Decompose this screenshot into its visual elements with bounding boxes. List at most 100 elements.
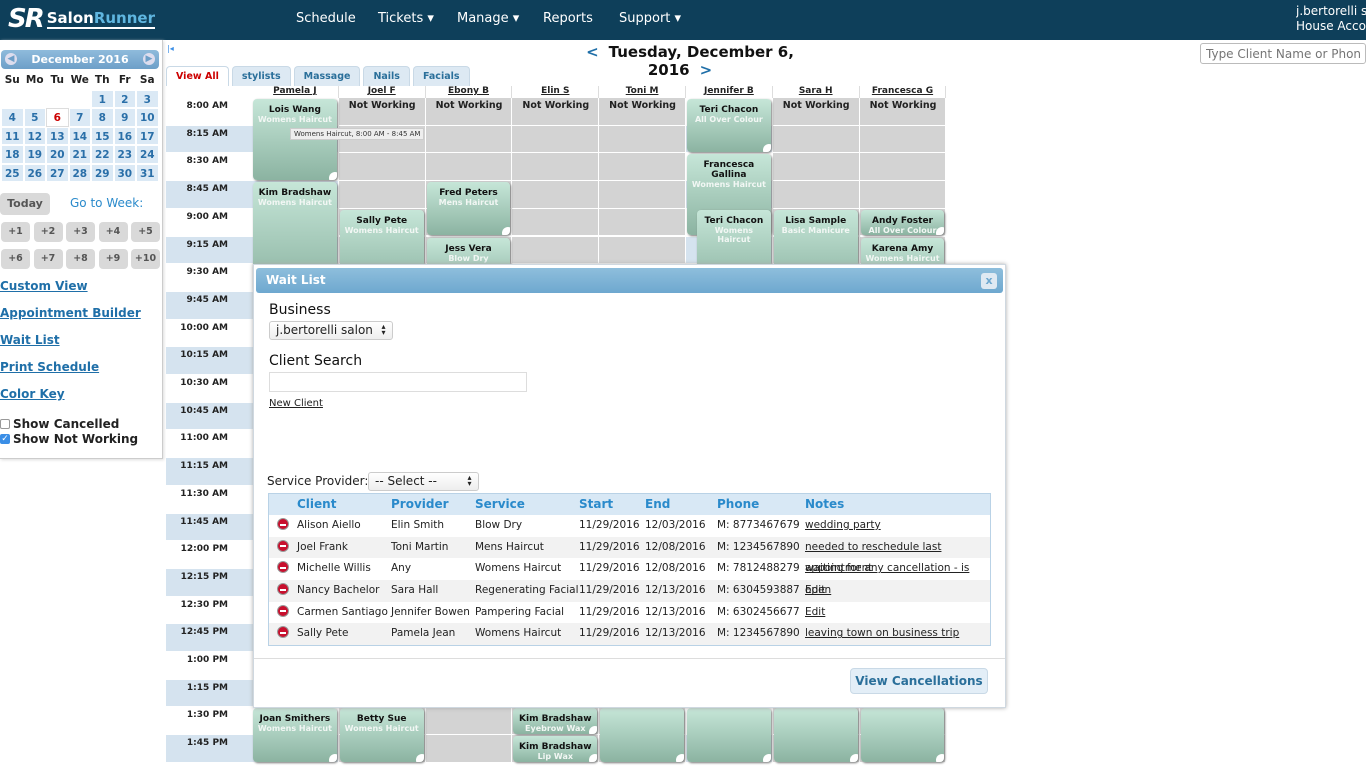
checkbox-icon[interactable]: ✓ [0, 434, 10, 444]
appointment-block[interactable]: Betty Sue Womens Haircut [339, 708, 424, 762]
week-button-plus6[interactable]: +6 [1, 249, 30, 269]
calendar-day[interactable]: 22 [91, 145, 114, 164]
today-button[interactable]: Today [0, 193, 50, 215]
week-button-plus4[interactable]: +4 [98, 222, 128, 242]
calendar-day[interactable]: 2 [113, 89, 136, 108]
notes-link[interactable]: Edit [805, 580, 990, 602]
calendar-day[interactable]: 15 [91, 126, 114, 145]
client-search-input[interactable] [1200, 43, 1366, 64]
resize-handle[interactable] [762, 753, 771, 762]
calendar-day[interactable]: 6 [46, 108, 69, 127]
schedule-slot[interactable] [425, 125, 513, 154]
appointment-block[interactable] [773, 708, 858, 762]
prev-month-icon[interactable]: ◀ [5, 53, 17, 65]
staff-header[interactable]: Pamela J [252, 86, 339, 98]
schedule-slot[interactable] [512, 125, 600, 154]
appointment-block[interactable]: Fred Peters Mens Haircut [426, 182, 511, 236]
calendar-day[interactable]: 12 [23, 126, 46, 145]
schedule-slot[interactable] [512, 153, 600, 182]
calendar-day[interactable]: 19 [23, 145, 46, 164]
waitlist-client-search-input[interactable] [269, 372, 527, 392]
calendar-day[interactable]: 23 [113, 145, 136, 164]
appointment-block[interactable]: Teri Chacon All Over Colour [687, 99, 771, 153]
resize-handle[interactable] [328, 753, 337, 762]
prev-day-button[interactable]: < [576, 43, 609, 61]
service-provider-select[interactable]: -- Select -- [368, 472, 479, 491]
remove-icon[interactable] [277, 561, 289, 574]
resize-handle[interactable] [328, 172, 337, 181]
remove-icon[interactable] [277, 626, 289, 639]
view-cancellations-button[interactable]: View Cancellations [850, 668, 988, 694]
staff-header[interactable]: Francesca G [859, 86, 947, 98]
staff-header[interactable]: Sara H [772, 86, 860, 98]
calendar-day[interactable]: 24 [136, 145, 159, 164]
remove-button[interactable] [269, 623, 297, 645]
resize-handle[interactable] [936, 227, 945, 236]
week-button-plus2[interactable]: +2 [33, 222, 63, 242]
schedule-slot[interactable] [599, 181, 686, 209]
remove-icon[interactable] [277, 604, 289, 617]
calendar-day[interactable]: 17 [136, 126, 159, 145]
salonrunner-logo[interactable]: SR SalonRunner [8, 4, 155, 34]
resize-handle[interactable] [675, 753, 684, 762]
link-color-key[interactable]: Color Key [0, 387, 65, 401]
calendar-day[interactable]: 10 [136, 108, 159, 127]
remove-button[interactable] [269, 515, 297, 537]
column-header-phone[interactable]: Phone [717, 494, 805, 515]
nav-manage[interactable]: Manage ▾ [457, 11, 519, 26]
account-menu[interactable]: j.bertorelli salonHouse Account [1296, 4, 1366, 34]
tab-massage[interactable]: Massage [293, 66, 361, 86]
schedule-slot[interactable] [772, 181, 860, 209]
week-button-plus8[interactable]: +8 [66, 249, 95, 269]
calendar-day[interactable]: 29 [91, 163, 114, 182]
link-appointment-builder[interactable]: Appointment Builder [0, 306, 141, 320]
schedule-slot[interactable] [599, 125, 686, 154]
remove-button[interactable] [269, 558, 297, 580]
resize-handle[interactable] [589, 753, 598, 762]
calendar-day[interactable]: 20 [46, 145, 69, 164]
link-print-schedule[interactable]: Print Schedule [0, 360, 99, 374]
notes-link[interactable]: Edit [805, 602, 990, 624]
calendar-day[interactable]: 11 [1, 126, 24, 145]
schedule-slot[interactable] [512, 208, 600, 237]
close-icon[interactable]: x [981, 273, 997, 289]
appointment-block[interactable]: Joan Smithers Womens Haircut [253, 708, 337, 762]
link-custom-view[interactable]: Custom View [0, 279, 88, 293]
week-button-plus5[interactable]: +5 [131, 222, 160, 242]
remove-button[interactable] [269, 580, 297, 602]
link-wait-list[interactable]: Wait List [0, 333, 60, 347]
checkbox-show-cancelled[interactable]: Show Cancelled [0, 417, 119, 431]
notes-link[interactable]: leaving town on business trip [805, 623, 990, 645]
schedule-slot[interactable] [599, 236, 686, 265]
schedule-slot[interactable] [512, 181, 600, 209]
resize-handle[interactable] [502, 227, 511, 236]
appointment-block[interactable]: Andy Foster All Over Colour [860, 209, 945, 236]
calendar-day[interactable]: 9 [113, 108, 136, 127]
tab-nails[interactable]: Nails [363, 66, 410, 86]
week-button-plus10[interactable]: +10 [131, 249, 160, 269]
remove-button[interactable] [269, 602, 297, 624]
appointment-block[interactable] [860, 708, 945, 762]
nav-support[interactable]: Support ▾ [619, 11, 681, 26]
notes-link[interactable]: needed to reschedule last appointment [805, 537, 990, 575]
schedule-slot[interactable] [512, 236, 600, 265]
remove-icon[interactable] [277, 518, 289, 530]
staff-header[interactable]: Elin S [512, 86, 600, 98]
week-button-plus7[interactable]: +7 [33, 249, 63, 269]
staff-header[interactable]: Joel F [338, 86, 426, 98]
account-name[interactable]: j.bertorelli salon [1296, 4, 1366, 19]
tab-stylists[interactable]: stylists [231, 66, 291, 86]
column-header-start[interactable]: Start [579, 494, 645, 515]
week-button-plus3[interactable]: +3 [66, 222, 95, 242]
schedule-slot[interactable] [425, 153, 513, 182]
calendar-day[interactable]: 16 [113, 126, 136, 145]
schedule-slot[interactable] [772, 153, 860, 182]
calendar-day[interactable]: 31 [136, 163, 159, 182]
calendar-day[interactable]: 14 [68, 126, 91, 145]
calendar-day[interactable]: 4 [1, 108, 24, 127]
new-client-link[interactable]: New Client [269, 398, 323, 409]
appointment-block[interactable]: Kim Bradshaw Lip Wax [513, 736, 598, 762]
calendar-day[interactable]: 30 [113, 163, 136, 182]
resize-handle[interactable] [936, 753, 945, 762]
staff-header[interactable]: Ebony B [425, 86, 513, 98]
